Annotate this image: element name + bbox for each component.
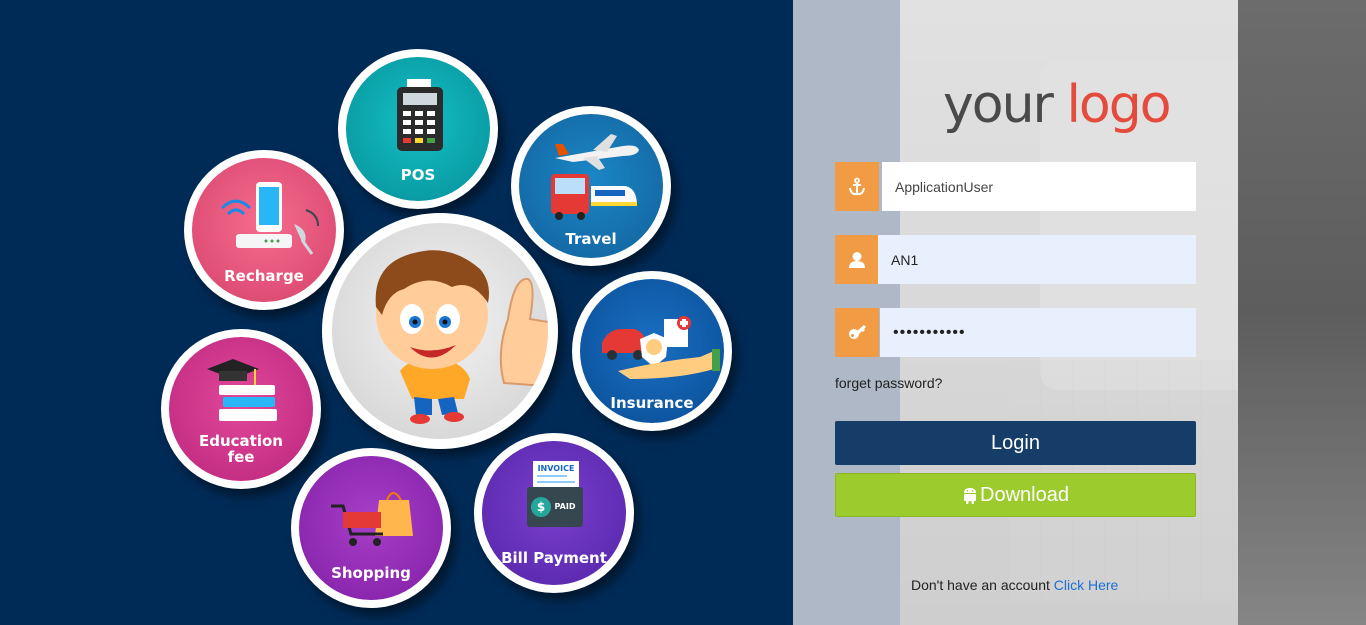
pos-bubble: POS — [338, 49, 498, 209]
airplane-icon — [555, 134, 639, 170]
login-panel: your logo ApplicationUser AN1 ••••••••••… — [793, 0, 1366, 625]
logo-part2: logo — [1066, 75, 1171, 135]
recharge-label: Recharge — [224, 267, 304, 285]
key-icon — [835, 308, 879, 357]
brand-logo: your logo — [943, 70, 1173, 140]
svg-text:$: $ — [537, 500, 545, 514]
bill-payment-bubble: INVOICE $ PAID Bill Payment — [474, 433, 634, 593]
click-here-link[interactable]: Click Here — [1054, 577, 1119, 593]
education-bubble: Education fee — [161, 329, 321, 489]
phone-router-icon — [220, 182, 319, 255]
logo-part1: your — [943, 75, 1054, 135]
insurance-bubble: Insurance — [572, 271, 732, 431]
login-button[interactable]: Login — [835, 421, 1196, 465]
pos-terminal-icon — [397, 79, 443, 151]
login-id-input[interactable] — [878, 235, 1196, 284]
forgot-password-link[interactable]: forget password? — [835, 375, 942, 391]
education-label-line2: fee — [227, 448, 255, 466]
insurance-label: Insurance — [610, 394, 694, 412]
user-icon — [835, 235, 879, 284]
anchor-icon — [835, 162, 879, 211]
application-user-field — [835, 162, 1196, 211]
password-field — [835, 308, 1196, 357]
bus-train-icon — [551, 174, 637, 220]
android-icon — [964, 488, 977, 504]
application-user-input[interactable] — [882, 162, 1196, 211]
invoice-text: INVOICE — [538, 464, 575, 473]
pos-label: POS — [400, 166, 436, 184]
invoice-paid-icon: INVOICE $ PAID — [527, 461, 583, 527]
signup-prompt: Don't have an account Click Here — [911, 577, 1118, 593]
bill-payment-label: Bill Payment — [501, 549, 607, 567]
login-id-field — [835, 235, 1196, 284]
shopping-cart-icon — [331, 492, 413, 546]
insurance-icon — [602, 316, 720, 379]
shopping-bubble: Shopping — [291, 448, 451, 608]
login-button-label: Login — [991, 431, 1040, 454]
books-cap-icon — [207, 359, 277, 421]
download-button-label: Download — [980, 483, 1069, 506]
shopping-label: Shopping — [331, 564, 411, 582]
recharge-bubble: Recharge — [184, 150, 344, 310]
background-dark-edge — [1238, 0, 1366, 625]
hero-panel: POS Travel Recharge Insurance Education … — [0, 0, 793, 625]
mascot-bubble — [322, 213, 558, 449]
thumbs-up-boy-icon — [375, 250, 548, 424]
password-input[interactable] — [880, 308, 1196, 357]
download-button[interactable]: Download — [835, 473, 1196, 517]
no-account-text: Don't have an account — [911, 577, 1050, 593]
paid-text: PAID — [555, 502, 576, 511]
